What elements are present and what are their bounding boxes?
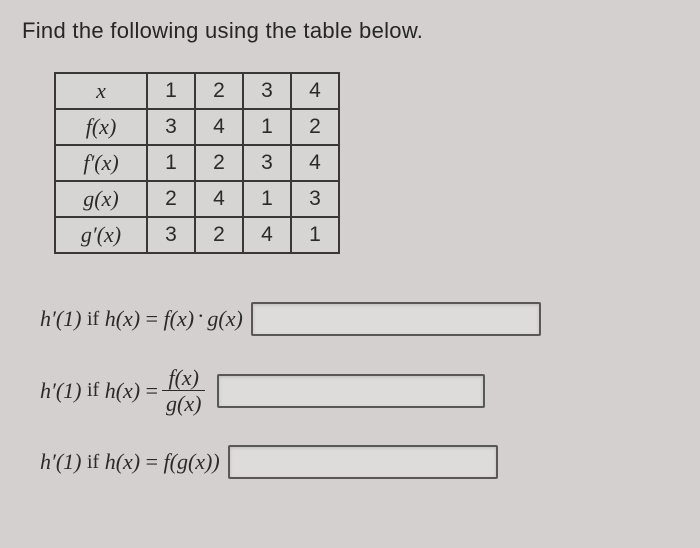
worksheet-page: Find the following using the table below… — [0, 0, 700, 527]
table-row: f(x) 3 4 1 2 — [55, 109, 339, 145]
cell: 4 — [195, 181, 243, 217]
cell: 1 — [291, 217, 339, 253]
cell: 1 — [243, 181, 291, 217]
table-row: x 1 2 3 4 — [55, 73, 339, 109]
questions-block: h′(1) if h(x) = f(x) · g(x) h′(1) if h(x… — [40, 302, 678, 479]
question-composition: h′(1) if h(x) = f(g(x)) — [40, 445, 678, 479]
answer-input-composition[interactable] — [228, 445, 498, 479]
col-header: 1 — [147, 73, 195, 109]
question-text: h′(1) if h(x) = f(x) · g(x) — [40, 306, 243, 332]
col-header: 2 — [195, 73, 243, 109]
cell: 1 — [147, 145, 195, 181]
table-row: f′(x) 1 2 3 4 — [55, 145, 339, 181]
answer-input-quotient[interactable] — [217, 374, 485, 408]
question-text: h′(1) if h(x) = f(g(x)) — [40, 449, 220, 475]
col-header: 3 — [243, 73, 291, 109]
cell: 4 — [195, 109, 243, 145]
data-table-wrap: x 1 2 3 4 f(x) 3 4 1 2 f′(x) 1 2 3 4 g — [54, 72, 678, 254]
table-row: g′(x) 3 2 4 1 — [55, 217, 339, 253]
cell: 2 — [195, 217, 243, 253]
question-quotient: h′(1) if h(x) = f(x) g(x) — [40, 366, 678, 415]
cell: 3 — [291, 181, 339, 217]
fraction: f(x) g(x) — [162, 366, 205, 415]
cell: 2 — [291, 109, 339, 145]
cell: 4 — [243, 217, 291, 253]
cell: 3 — [147, 109, 195, 145]
row-label-fprime: f′(x) — [55, 145, 147, 181]
function-table: x 1 2 3 4 f(x) 3 4 1 2 f′(x) 1 2 3 4 g — [54, 72, 340, 254]
cell: 4 — [291, 145, 339, 181]
question-product: h′(1) if h(x) = f(x) · g(x) — [40, 302, 678, 336]
cell: 3 — [243, 145, 291, 181]
instruction-text: Find the following using the table below… — [22, 18, 678, 44]
col-header: 4 — [291, 73, 339, 109]
row-label-f: f(x) — [55, 109, 147, 145]
row-label-gprime: g′(x) — [55, 217, 147, 253]
cell: 2 — [195, 145, 243, 181]
table-row: g(x) 2 4 1 3 — [55, 181, 339, 217]
row-label-g: g(x) — [55, 181, 147, 217]
col-header-x: x — [55, 73, 147, 109]
answer-input-product[interactable] — [251, 302, 541, 336]
cell: 1 — [243, 109, 291, 145]
cell: 2 — [147, 181, 195, 217]
question-text: h′(1) if h(x) = f(x) g(x) — [40, 366, 209, 415]
cell: 3 — [147, 217, 195, 253]
